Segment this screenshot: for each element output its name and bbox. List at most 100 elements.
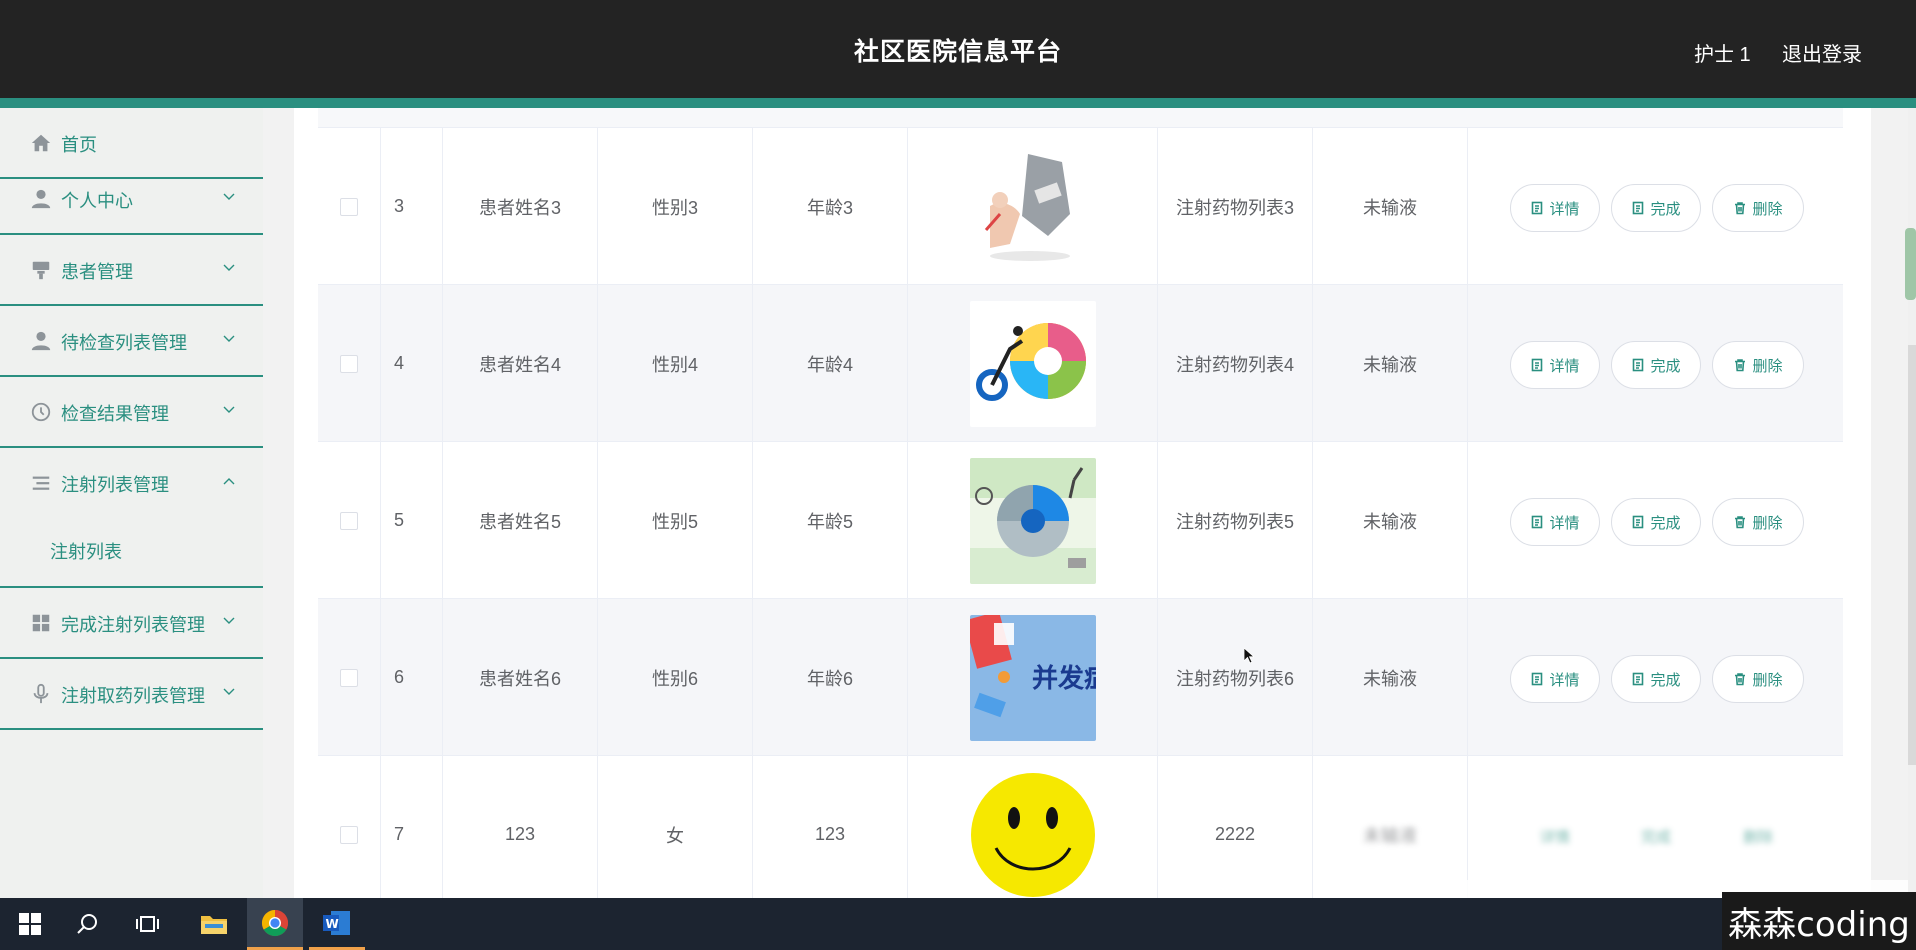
detail-button[interactable]: 详情 xyxy=(1510,498,1600,546)
patient-sex: 性别5 xyxy=(598,442,753,599)
trash-icon xyxy=(1735,673,1746,686)
sidebar-item-label: 待检查列表管理 xyxy=(61,333,187,353)
delete-button[interactable]: 删除 xyxy=(1712,184,1804,232)
task-view-icon[interactable] xyxy=(120,898,176,950)
row-checkbox[interactable] xyxy=(340,825,358,844)
nutrition-wheel-illustration xyxy=(969,300,1096,427)
complete-button[interactable]: 完成 xyxy=(1611,655,1701,703)
patient-name: 患者姓名3 xyxy=(443,128,598,285)
search-icon[interactable] xyxy=(60,898,116,950)
windows-start-icon[interactable] xyxy=(2,898,58,950)
chevron-up-icon xyxy=(223,478,235,485)
sidebar-subitem-injection-list[interactable]: 注射列表 xyxy=(0,520,263,580)
sidebar-item-label: 检查结果管理 xyxy=(61,404,169,424)
injection-drug: 注射药物列表5 xyxy=(1158,442,1313,599)
status-badge: 未输液 xyxy=(1313,128,1468,285)
sidebar-item-pending-exam[interactable]: 待检查列表管理 xyxy=(0,306,263,377)
current-user-label: 护士 1 xyxy=(1694,44,1751,66)
complete-button[interactable]: 完成 xyxy=(1611,184,1701,232)
detail-button[interactable]: 详情 xyxy=(1510,655,1600,703)
complete-button[interactable]: 完成 xyxy=(1611,341,1701,389)
row-checkbox[interactable] xyxy=(340,511,358,530)
patient-sex: 性别4 xyxy=(598,285,753,442)
chevron-down-icon xyxy=(223,406,235,413)
row-checkbox[interactable] xyxy=(340,197,358,216)
windows-taskbar: W xyxy=(0,898,1916,950)
delete-button[interactable]: 删除 xyxy=(1712,812,1804,860)
scrollbar-thumb[interactable] xyxy=(1905,228,1916,300)
chevron-down-icon xyxy=(223,688,235,695)
delete-button[interactable]: 删除 xyxy=(1712,655,1804,703)
row-index: 7 xyxy=(381,756,443,913)
status-badge: 未输液 xyxy=(1363,825,1417,846)
delete-button[interactable]: 删除 xyxy=(1712,341,1804,389)
sidebar-item-exam-results[interactable]: 检查结果管理 xyxy=(0,377,263,448)
injection-drug: 注射药物列表6 xyxy=(1158,599,1313,756)
row-index: 3 xyxy=(381,128,443,285)
page-title: 社区医院信息平台 xyxy=(853,38,1062,66)
row-checkbox[interactable] xyxy=(340,668,358,687)
trash-icon xyxy=(1735,516,1746,529)
header-accent-bar xyxy=(0,98,1916,108)
patient-name: 患者姓名6 xyxy=(443,599,598,756)
patient-age: 年龄5 xyxy=(753,442,908,599)
patient-age: 年龄4 xyxy=(753,285,908,442)
detail-button[interactable]: 详情 xyxy=(1510,812,1600,860)
clock-icon xyxy=(31,402,51,422)
stamp-icon xyxy=(32,261,50,280)
sidebar-subitem-label: 注射列表 xyxy=(50,542,122,562)
smiley-face xyxy=(969,771,1096,898)
complete-button[interactable]: 完成 xyxy=(1611,498,1701,546)
sidebar-item-injection-pickup[interactable]: 注射取药列表管理 xyxy=(0,659,263,730)
sidebar-item-injection-management[interactable]: 注射列表管理 xyxy=(0,448,263,519)
document-icon xyxy=(1532,672,1543,686)
table-row: 5 患者姓名5 性别5 年龄5 注射药物列表5 未输液 详情 完成 删除 xyxy=(318,442,1843,599)
chevron-down-icon xyxy=(223,264,235,271)
chevron-down-icon xyxy=(223,193,235,200)
sidebar-item-label: 患者管理 xyxy=(61,262,133,282)
patient-name: 123 xyxy=(443,756,598,913)
patient-sex: 性别3 xyxy=(598,128,753,285)
delete-button[interactable]: 删除 xyxy=(1712,498,1804,546)
document-icon xyxy=(1532,358,1543,372)
row-index: 4 xyxy=(381,285,443,442)
sidebar-item-completed-injection[interactable]: 完成注射列表管理 xyxy=(0,588,263,659)
table-row: 6 患者姓名6 性别6 年龄6 并发症 注射药物列表6 未输液 详情 完成 xyxy=(318,599,1843,756)
sidebar-item-personal-center[interactable]: 个人中心 xyxy=(0,164,263,235)
home-icon xyxy=(31,134,51,152)
chevron-down-icon xyxy=(223,335,235,342)
mouse-cursor-icon xyxy=(1244,648,1254,664)
injection-drug: 注射药物列表4 xyxy=(1158,285,1313,442)
row-index: 6 xyxy=(381,599,443,756)
detail-button[interactable]: 详情 xyxy=(1510,341,1600,389)
sidebar-item-label: 个人中心 xyxy=(61,191,133,211)
document-icon xyxy=(1633,672,1644,686)
status-badge: 未输液 xyxy=(1313,599,1468,756)
injection-drug: 2222 xyxy=(1158,756,1313,913)
status-badge: 未输液 xyxy=(1313,285,1468,442)
table-row: 4 患者姓名4 性别4 年龄4 注射药物列表4 未输液 详情 完成 删除 xyxy=(318,285,1843,442)
patient-age: 123 xyxy=(753,756,908,913)
status-badge: 未输液 xyxy=(1313,442,1468,599)
patient-sex: 性别6 xyxy=(598,599,753,756)
chevron-down-icon xyxy=(223,617,235,624)
top-header: 社区医院信息平台 护士 1 退出登录 xyxy=(0,0,1916,98)
patient-age: 年龄3 xyxy=(753,128,908,285)
chrome-icon[interactable] xyxy=(247,898,303,950)
patient-name: 患者姓名5 xyxy=(443,442,598,599)
detail-button[interactable]: 详情 xyxy=(1510,184,1600,232)
sidebar-item-label: 首页 xyxy=(61,135,97,155)
sidebar-item-label: 注射列表管理 xyxy=(61,475,169,495)
row-checkbox[interactable] xyxy=(340,354,358,373)
logout-button[interactable]: 退出登录 xyxy=(1782,38,1862,67)
word-icon[interactable]: W xyxy=(309,898,365,950)
file-explorer-icon[interactable] xyxy=(186,898,242,950)
watermark: 森森coding xyxy=(1722,892,1916,950)
health-illustration xyxy=(969,143,1096,270)
complete-button[interactable]: 完成 xyxy=(1611,812,1701,860)
row-index: 5 xyxy=(381,442,443,599)
injection-drug: 注射药物列表3 xyxy=(1158,128,1313,285)
document-icon xyxy=(1633,358,1644,372)
table-row-partial xyxy=(318,108,1843,128)
sidebar-item-patient-management[interactable]: 患者管理 xyxy=(0,235,263,306)
